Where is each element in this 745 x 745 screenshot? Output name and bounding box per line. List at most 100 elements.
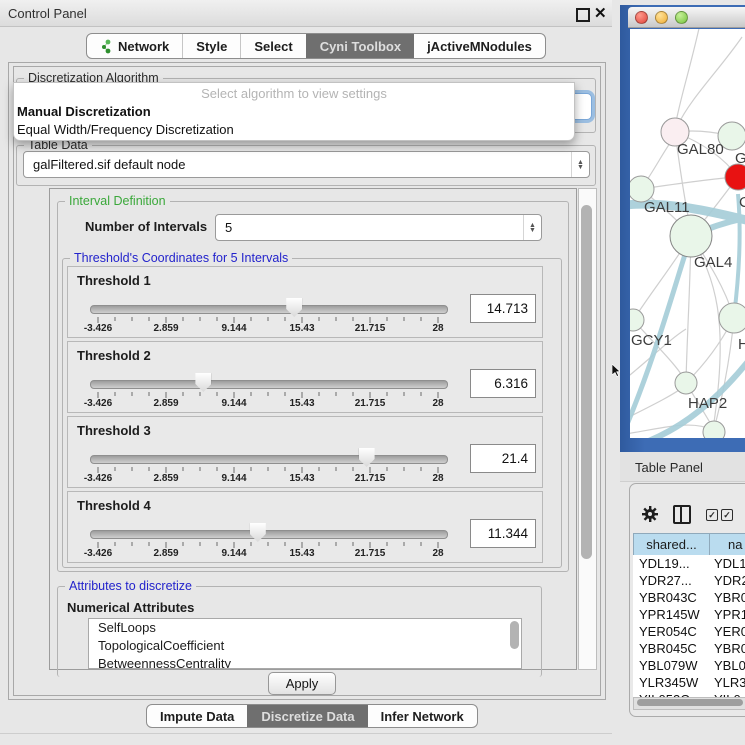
algorithm-option-equal-width[interactable]: Equal Width/Frequency Discretization (14, 121, 574, 139)
table-cell[interactable]: YDL1 (708, 555, 745, 572)
checkbox-icon[interactable]: ✓ (721, 509, 733, 521)
tick-mark (387, 317, 388, 321)
table-cell[interactable]: YLR3 (708, 674, 745, 691)
table-cell[interactable]: YBR0 (708, 589, 745, 606)
float-window-icon[interactable] (576, 8, 590, 22)
tab-network[interactable]: Network (87, 34, 182, 58)
node-table[interactable]: YDL19...YDL1 YDR27...YDR2 YBR043CYBR0 YP… (633, 555, 745, 697)
table-cell[interactable]: YDR27... (633, 572, 708, 589)
tick-label: 21.715 (355, 323, 386, 334)
mac-zoom-icon[interactable] (675, 11, 688, 24)
numerical-attributes-list[interactable]: SelfLoops TopologicalCoefficient Between… (88, 618, 522, 669)
slider-ruler: -3.4262.8599.14415.4321.71528 (98, 392, 438, 408)
column-header-shared-name[interactable]: shared... (633, 533, 710, 556)
tick-mark (251, 392, 252, 396)
list-item[interactable]: TopologicalCoefficient (89, 637, 521, 655)
table-cell[interactable]: YER0 (708, 623, 745, 640)
number-of-intervals-combobox[interactable]: 5 ▲▼ (215, 214, 542, 241)
node-selected-red[interactable] (725, 164, 745, 190)
node-hap2[interactable] (675, 372, 697, 394)
tick-mark (336, 467, 337, 471)
column-layout-icon[interactable] (673, 505, 691, 524)
tab-style[interactable]: Style (182, 34, 240, 58)
tick-mark (149, 317, 150, 321)
tick-label: -3.426 (84, 323, 112, 334)
slider-thumb[interactable] (250, 523, 266, 542)
tick-mark (285, 317, 286, 321)
checkbox-icon[interactable]: ✓ (706, 509, 718, 521)
tick-mark (183, 467, 184, 471)
table-cell[interactable]: YBR045C (633, 640, 708, 657)
threshold-4-slider[interactable] (90, 530, 448, 539)
node-label-gal80: GAL80 (677, 141, 724, 158)
node-gcy1[interactable] (630, 309, 644, 331)
threshold-3-slider[interactable] (90, 455, 448, 464)
table-cell[interactable]: YBL0 (708, 657, 745, 674)
threshold-4-value-field[interactable] (470, 519, 536, 548)
list-scrollbar-thumb[interactable] (510, 621, 519, 649)
tick-label: 21.715 (355, 473, 386, 484)
table-panel-title: Table Panel (635, 460, 703, 475)
table-cell[interactable]: YPR145W (633, 606, 708, 623)
list-item[interactable]: SelfLoops (89, 619, 521, 637)
tab-jactivemnodules[interactable]: jActiveMNodules (414, 34, 545, 58)
threshold-2-value-field[interactable] (470, 369, 536, 398)
apply-button[interactable]: Apply (268, 672, 336, 695)
node-gal4[interactable] (670, 215, 712, 257)
tick-label: 15.43 (289, 473, 314, 484)
scrollbar-thumb[interactable] (637, 699, 743, 706)
list-item[interactable]: BetweennessCentrality (89, 655, 521, 669)
table-cell[interactable]: YBL079W (633, 657, 708, 674)
table-horizontal-scrollbar[interactable] (633, 697, 745, 710)
tick-mark (217, 317, 218, 321)
tick-mark (353, 542, 354, 546)
table-cell[interactable]: YLR345W (633, 674, 708, 691)
tick-mark (268, 542, 269, 546)
slider-thumb[interactable] (359, 448, 375, 467)
table-cell[interactable]: YDR2 (708, 572, 745, 589)
algorithm-popup: Select algorithm to view settings Manual… (13, 82, 575, 141)
gear-icon[interactable] (642, 506, 658, 522)
tab-cyni-toolbox[interactable]: Cyni Toolbox (306, 34, 414, 58)
tab-impute-data[interactable]: Impute Data (147, 705, 247, 727)
tick-mark (149, 392, 150, 396)
threshold-2-slider[interactable] (90, 380, 448, 389)
network-canvas[interactable]: GAL80 GA C GAL11 GAL4 H GCY1 HAP2 (630, 29, 745, 438)
algorithm-popup-placeholder[interactable]: Select algorithm to view settings (14, 83, 574, 103)
tick-mark (421, 467, 422, 471)
algorithm-option-manual[interactable]: Manual Discretization (14, 103, 574, 121)
threshold-3-value-field[interactable] (470, 444, 536, 473)
tick-mark (404, 392, 405, 396)
node-partial-right[interactable] (719, 303, 745, 333)
table-cell[interactable]: YPR1 (708, 606, 745, 623)
tab-discretize-data[interactable]: Discretize Data (247, 705, 367, 727)
tick-mark (268, 467, 269, 471)
tick-mark (200, 317, 201, 321)
threshold-1-value-field[interactable] (470, 294, 536, 323)
tick-mark (387, 542, 388, 546)
tab-select[interactable]: Select (240, 34, 305, 58)
tick-mark (217, 392, 218, 396)
tick-label: 15.43 (289, 398, 314, 409)
tick-mark (149, 467, 150, 471)
tick-label: 9.144 (221, 398, 246, 409)
mac-close-icon[interactable] (635, 11, 648, 24)
table-cell[interactable]: YDL19... (633, 555, 708, 572)
node-partial-bottom[interactable] (703, 421, 725, 438)
slider-thumb[interactable] (195, 373, 211, 392)
scrollbar-thumb[interactable] (581, 205, 592, 559)
table-cell[interactable]: YER054C (633, 623, 708, 640)
settings-vertical-scrollbar[interactable] (578, 188, 597, 670)
threshold-1-slider[interactable] (90, 305, 448, 314)
tick-mark (319, 542, 320, 546)
combo-stepper-icon: ▲▼ (523, 215, 541, 240)
table-data-combobox[interactable]: galFiltered.sif default node ▲▼ (23, 151, 590, 178)
table-cell[interactable]: YBR043C (633, 589, 708, 606)
tab-infer-network[interactable]: Infer Network (368, 705, 477, 727)
close-icon[interactable]: ✕ (594, 4, 607, 22)
mac-minimize-icon[interactable] (655, 11, 668, 24)
slider-thumb[interactable] (286, 298, 302, 317)
table-cell[interactable]: YBR0 (708, 640, 745, 657)
bottom-tabs: Impute Data Discretize Data Infer Networ… (146, 704, 478, 728)
column-header-name[interactable]: na (709, 533, 745, 556)
